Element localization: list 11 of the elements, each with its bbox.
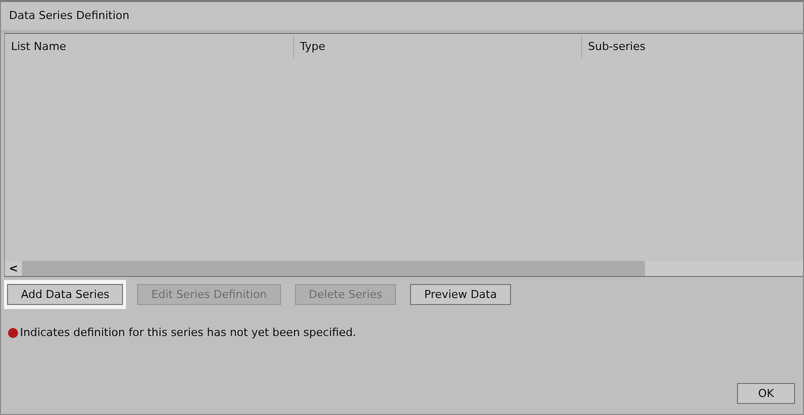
ok-button[interactable]: OK [737,383,795,404]
column-header[interactable]: Type [293,36,581,58]
action-button[interactable]: Add Data Series [7,284,124,304]
action-button[interactable]: Preview Data [410,284,511,304]
scrollbar-thumb[interactable] [22,261,645,276]
window-title: Data Series Definition [1,2,803,33]
horizontal-scrollbar[interactable]: < [5,261,803,276]
column-header[interactable]: List Name [5,36,293,58]
legend-text: Indicates definition for this series has not yet been specified. [20,326,356,339]
scroll-left-button[interactable]: < [5,262,22,275]
column-header[interactable]: Sub-series [581,36,803,58]
